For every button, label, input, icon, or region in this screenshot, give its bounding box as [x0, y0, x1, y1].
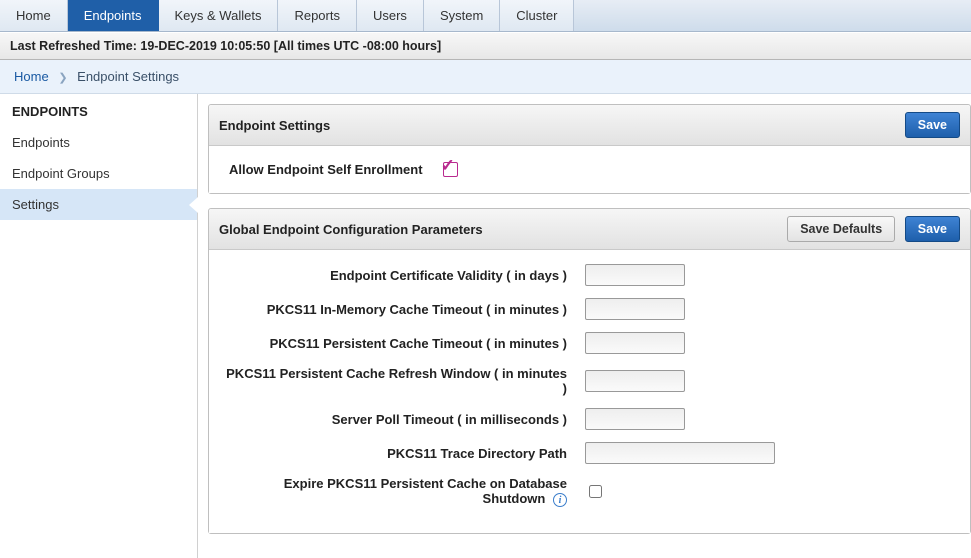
poll-timeout-label: Server Poll Timeout ( in milliseconds ) — [225, 412, 585, 427]
breadcrumb-home-link[interactable]: Home — [14, 69, 49, 84]
tab-home[interactable]: Home — [0, 0, 68, 31]
tab-reports[interactable]: Reports — [278, 0, 357, 31]
poll-timeout-field[interactable] — [585, 408, 685, 430]
trace-path-label: PKCS11 Trace Directory Path — [225, 446, 585, 461]
expire-on-shutdown-label: Expire PKCS11 Persistent Cache on Databa… — [225, 476, 585, 507]
sidebar-heading: ENDPOINTS — [0, 94, 197, 127]
refresh-window-label: PKCS11 Persistent Cache Refresh Window (… — [225, 366, 585, 396]
trace-path-field[interactable] — [585, 442, 775, 464]
tab-keys-wallets[interactable]: Keys & Wallets — [159, 0, 279, 31]
expire-on-shutdown-checkbox[interactable] — [589, 485, 602, 498]
persist-timeout-label: PKCS11 Persistent Cache Timeout ( in min… — [225, 336, 585, 351]
save-button[interactable]: Save — [905, 216, 960, 242]
panel-title: Endpoint Settings — [219, 118, 330, 133]
panel-title: Global Endpoint Configuration Parameters — [219, 222, 483, 237]
panel-global-params: Global Endpoint Configuration Parameters… — [208, 208, 971, 534]
save-defaults-button[interactable]: Save Defaults — [787, 216, 895, 242]
tab-endpoints[interactable]: Endpoints — [68, 0, 159, 31]
cert-validity-field[interactable] — [585, 264, 685, 286]
allow-self-enroll-checkbox[interactable] — [443, 162, 458, 177]
cert-validity-label: Endpoint Certificate Validity ( in days … — [225, 268, 585, 283]
last-refreshed-banner: Last Refreshed Time: 19-DEC-2019 10:05:5… — [0, 32, 971, 60]
tab-system[interactable]: System — [424, 0, 500, 31]
breadcrumb-current: Endpoint Settings — [77, 69, 179, 84]
sidebar-item-settings[interactable]: Settings — [0, 189, 197, 220]
inmem-timeout-label: PKCS11 In-Memory Cache Timeout ( in minu… — [225, 302, 585, 317]
panel-endpoint-settings: Endpoint Settings Save Allow Endpoint Se… — [208, 104, 971, 194]
save-button[interactable]: Save — [905, 112, 960, 138]
allow-self-enroll-label: Allow Endpoint Self Enrollment — [229, 162, 423, 177]
inmem-timeout-field[interactable] — [585, 298, 685, 320]
breadcrumb: Home ❯ Endpoint Settings — [0, 60, 971, 94]
sidebar: ENDPOINTS Endpoints Endpoint Groups Sett… — [0, 94, 198, 558]
refresh-window-field[interactable] — [585, 370, 685, 392]
chevron-right-icon: ❯ — [58, 72, 67, 84]
tab-users[interactable]: Users — [357, 0, 424, 31]
sidebar-item-endpoints[interactable]: Endpoints — [0, 127, 197, 158]
top-nav: Home Endpoints Keys & Wallets Reports Us… — [0, 0, 971, 32]
tab-cluster[interactable]: Cluster — [500, 0, 574, 31]
persist-timeout-field[interactable] — [585, 332, 685, 354]
sidebar-item-endpoint-groups[interactable]: Endpoint Groups — [0, 158, 197, 189]
info-icon[interactable]: i — [553, 493, 567, 507]
main-content: Endpoint Settings Save Allow Endpoint Se… — [198, 94, 971, 558]
